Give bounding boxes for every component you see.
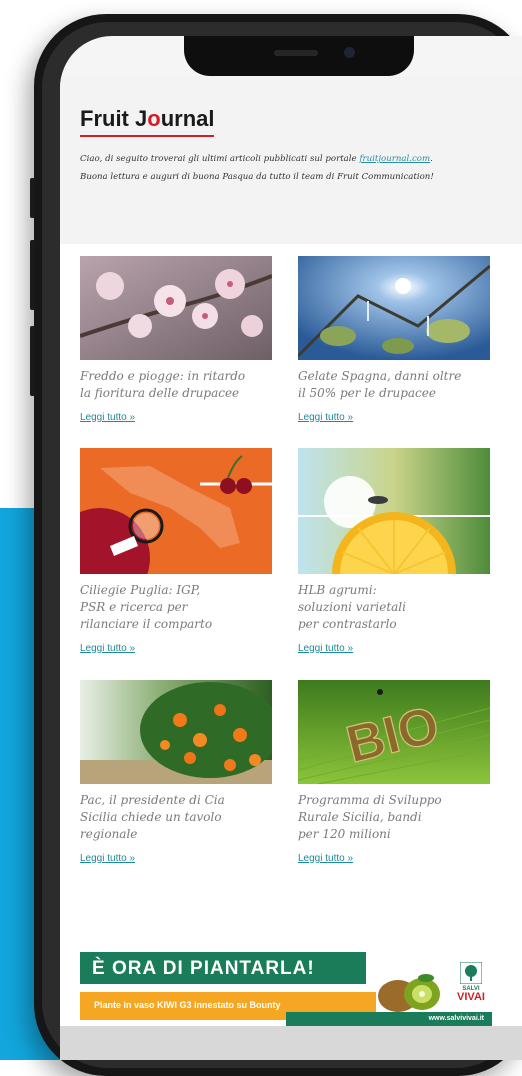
fruitjournal-link[interactable]: fruitjournal.com [359, 154, 430, 164]
article-title[interactable]: Pac, il presidente di Cia Sicilia chiede … [80, 792, 272, 843]
read-more-link[interactable]: Leggi tutto » [80, 643, 272, 654]
article-card[interactable]: Gelate Spagna, danni oltre il 50% per le … [298, 256, 490, 423]
banner-url[interactable]: www.salvivivai.it [429, 1015, 484, 1022]
article-image-cherries-puglia[interactable] [80, 448, 272, 574]
phone-volume-down-button [30, 326, 35, 396]
article-title-line: Ciliegie Puglia: IGP, [80, 583, 201, 597]
email-footer-bar [60, 1026, 522, 1060]
article-title-line: PSR e ricerca per [80, 600, 188, 614]
salvi-vivai-banner[interactable]: È ORA DI PIANTARLA! Piante in vaso KIWI … [80, 952, 492, 1028]
speaker-grille [274, 50, 318, 56]
intro-greeting: Buona lettura e auguri di buona Pasqua d… [80, 172, 434, 182]
article-title-line: Sicilia chiede un tavolo [80, 810, 222, 824]
article-title-line: la fioritura delle drupacee [80, 386, 240, 400]
salvi-vivai-logo[interactable]: SALVI VIVAI [452, 962, 490, 1010]
article-title-line: regionale [80, 827, 138, 841]
intro-text: Ciao, di seguito troverai gli ultimi art… [80, 150, 512, 186]
article-card[interactable]: Ciliegie Puglia: IGP, PSR e ricerca per ri… [80, 448, 272, 654]
article-card[interactable]: Freddo e piogge: in ritardo la fioritura … [80, 256, 272, 423]
phone-screen[interactable]: Fruit Journal Ciao, di seguito troverai … [60, 36, 522, 1060]
banner-headline: È ORA DI PIANTARLA! [92, 958, 315, 979]
article-title-line: Programma di Sviluppo [298, 793, 442, 807]
article-title-line: Pac, il presidente di Cia [80, 793, 225, 807]
article-image-blossom[interactable] [80, 256, 272, 360]
article-card[interactable]: Pac, il presidente di Cia Sicilia chiede … [80, 680, 272, 864]
article-image-frost[interactable] [298, 256, 490, 360]
article-title[interactable]: HLB agrumi: soluzioni varietali per contra… [298, 582, 490, 633]
article-title[interactable]: Programma di Sviluppo Rurale Sicilia, ban… [298, 792, 490, 843]
intro-text-start: Ciao, di seguito troverai gli ultimi art… [80, 154, 360, 164]
read-more-link[interactable]: Leggi tutto » [298, 643, 490, 654]
article-title-line: rilanciare il comparto [80, 617, 213, 631]
kiwi-fruit-icon [374, 970, 444, 1016]
article-title-line: HLB agrumi: [298, 583, 377, 597]
article-title[interactable]: Freddo e piogge: in ritardo la fioritura … [80, 368, 272, 402]
article-card[interactable]: BIO Programma di Sviluppo Rurale Sicilia,… [298, 680, 490, 864]
article-title[interactable]: Gelate Spagna, danni oltre il 50% per le … [298, 368, 490, 402]
article-title-line: per contrastarlo [298, 617, 397, 631]
read-more-link[interactable]: Leggi tutto » [80, 412, 272, 423]
article-card[interactable]: HLB agrumi: soluzioni varietali per contra… [298, 448, 490, 654]
logo-text-part2: urnal [160, 106, 215, 131]
article-title-line: soluzioni varietali [298, 600, 406, 614]
article-title-line: Freddo e piogge: in ritardo [80, 369, 246, 383]
read-more-link[interactable]: Leggi tutto » [298, 853, 490, 864]
read-more-link[interactable]: Leggi tutto » [80, 853, 272, 864]
front-camera-icon [344, 47, 355, 58]
logo-text-accent: o [147, 106, 161, 131]
article-title-line: Rurale Sicilia, bandi [298, 810, 422, 824]
article-image-citrus[interactable] [298, 448, 490, 574]
article-title-line: per 120 milioni [298, 827, 391, 841]
brand-name-line2: VIVAI [457, 991, 485, 1003]
intro-text-end: . [430, 154, 433, 164]
article-title-line: Gelate Spagna, danni oltre [298, 369, 462, 383]
article-image-orange-tree[interactable] [80, 680, 272, 784]
articles-section: Freddo e piogge: in ritardo la fioritura … [60, 244, 522, 1060]
read-more-link[interactable]: Leggi tutto » [298, 412, 490, 423]
phone-mute-switch [30, 178, 35, 218]
article-image-bio-field[interactable]: BIO [298, 680, 490, 784]
logo-text-part1: Fruit J [80, 106, 148, 131]
fruit-journal-logo[interactable]: Fruit Journal [80, 106, 215, 137]
article-title[interactable]: Ciliegie Puglia: IGP, PSR e ricerca per ri… [80, 582, 272, 633]
banner-headline-band: È ORA DI PIANTARLA! [80, 952, 366, 984]
phone-volume-up-button [30, 240, 35, 310]
phone-notch [184, 36, 414, 76]
banner-subline: Piante in vaso KIWI G3 innestato su Boun… [94, 1000, 281, 1010]
article-title-line: il 50% per le drupacee [298, 386, 436, 400]
tree-logo-icon [460, 962, 482, 984]
